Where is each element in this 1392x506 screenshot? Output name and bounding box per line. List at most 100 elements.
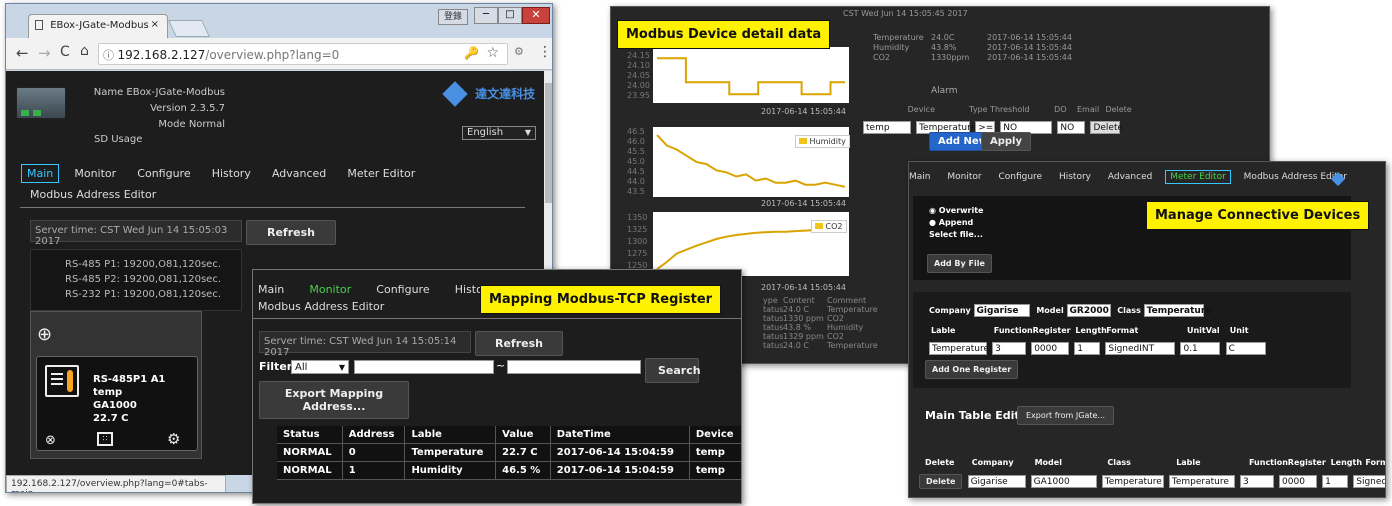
reading-row: CO2 1330ppm 2017-06-14 15:05:44 — [873, 53, 1072, 63]
reg-lable-input[interactable]: Temperature — [929, 342, 989, 355]
gear-icon[interactable]: ⚙ — [167, 430, 180, 448]
home-icon[interactable]: ⌂ — [80, 43, 89, 59]
toolbar: ← → C ⌂ ⓘ 192.168.2.127/overview.php?lan… — [6, 38, 552, 70]
tab-modbus-address-editor[interactable]: Modbus Address Editor — [30, 188, 156, 201]
mapping-subtab[interactable]: Modbus Address Editor — [258, 300, 384, 313]
append-option[interactable]: ● Append — [929, 218, 973, 227]
close-window-button[interactable]: ✕ — [522, 7, 550, 24]
main-length-input[interactable]: 1 — [1322, 475, 1349, 488]
meter-tab-history[interactable]: History — [1059, 172, 1091, 182]
tab-configure[interactable]: Configure — [137, 167, 190, 180]
reg-format-select[interactable]: SignedINT — [1105, 342, 1176, 355]
device-card[interactable]: RS-485P1 A1 temp GA1000 22.7 C ⊗ ∷ ⚙ — [36, 356, 198, 451]
filter-select[interactable]: All ▼ — [291, 360, 349, 374]
tab-history[interactable]: History — [212, 167, 251, 180]
star-icon[interactable]: ☆ — [486, 45, 499, 61]
reg-unitval-input[interactable]: 0.1 — [1180, 342, 1221, 355]
delete-device-icon[interactable]: ⊗ — [45, 433, 56, 448]
reg-function-select[interactable]: 3 — [992, 342, 1027, 355]
main-lable-input[interactable]: Temperature — [1168, 475, 1235, 488]
main-company-input[interactable]: Gigarise — [967, 475, 1026, 488]
main-col: Register — [1287, 458, 1326, 467]
extension-icon[interactable]: ⚙ — [514, 45, 524, 58]
meter-tab-configure[interactable]: Configure — [998, 172, 1042, 182]
language-select[interactable]: English ▼ — [462, 126, 536, 140]
new-tab-button[interactable] — [168, 20, 210, 37]
main-register-input[interactable]: 0000 — [1279, 475, 1318, 488]
reg-row: Temperature 3 0000 1 SignedINT 0.1 C — [929, 338, 1266, 357]
mapping-tab-monitor[interactable]: Monitor — [309, 283, 351, 296]
filter-from-input[interactable] — [354, 360, 494, 374]
add-device-icon[interactable]: ⊕ — [37, 324, 52, 345]
chart3-tick: 1300 — [627, 237, 648, 246]
tab-main[interactable]: Main — [21, 164, 60, 183]
reg-col: Register — [1032, 326, 1071, 335]
apply-button[interactable]: Apply — [981, 132, 1032, 151]
filter-to-input[interactable] — [507, 360, 641, 374]
filter-tilde: ~ — [496, 359, 506, 372]
reg-col: Function — [993, 326, 1033, 335]
class-select[interactable]: Temperature — [1143, 304, 1211, 317]
model-input[interactable]: GR2000 — [1066, 304, 1111, 317]
reload-icon[interactable]: C — [60, 44, 70, 60]
mapping-refresh-button[interactable]: Refresh — [475, 331, 563, 356]
main-delete-button[interactable]: Delete — [919, 474, 963, 489]
grid-icon[interactable]: ∷ — [97, 432, 113, 446]
alarm-device-input[interactable]: temp — [863, 121, 911, 134]
log-col: Content — [783, 296, 815, 305]
main-format-select[interactable]: SignedFlo — [1353, 475, 1385, 488]
alarm-delete-button[interactable]: Delete — [1090, 121, 1123, 134]
reading-time: 2017-06-14 15:05:44 — [987, 53, 1072, 62]
company-label: Company — [929, 306, 971, 315]
chart3-legend: CO2 — [811, 220, 847, 233]
mapping-tab-main[interactable]: Main — [258, 283, 284, 296]
table-row[interactable]: NORMAL 0 Temperature 22.7 C 2017-06-14 1… — [277, 443, 741, 462]
address-bar[interactable]: ⓘ 192.168.2.127/overview.php?lang=0 🔑 ☆ — [98, 43, 508, 65]
add-one-register-button[interactable]: Add One Register — [925, 360, 1019, 379]
overwrite-option[interactable]: ◉ Overwrite — [929, 206, 983, 215]
main-model-input[interactable]: GA1000 — [1030, 475, 1097, 488]
meter-tab-meter-editor[interactable]: Meter Editor — [1165, 170, 1231, 184]
chart3-series-line — [656, 226, 846, 271]
filter-chevron-icon: ▼ — [338, 363, 345, 372]
main-function-select[interactable]: 3 — [1239, 475, 1274, 488]
main-class-select[interactable]: Temperature — [1101, 475, 1164, 488]
reg-unit-input[interactable]: C — [1225, 342, 1266, 355]
minimize-button[interactable]: ─ — [474, 7, 498, 24]
forward-icon[interactable]: → — [38, 44, 51, 62]
log-table: ype Content Comment tatus24.0 C Temperature… — [763, 296, 878, 350]
select-file-link[interactable]: Select file... — [929, 230, 983, 239]
export-jgate-button[interactable]: Export from JGate... — [1017, 406, 1115, 425]
back-icon[interactable]: ← — [16, 44, 29, 62]
tab-advanced[interactable]: Advanced — [272, 167, 326, 180]
sd-usage: SD Usage — [94, 134, 143, 145]
chart2-tick: 43.5 — [627, 187, 645, 196]
meter-tab-main[interactable]: Main — [909, 172, 931, 182]
tab-monitor[interactable]: Monitor — [74, 167, 116, 180]
company-input[interactable]: Gigarise — [973, 304, 1030, 317]
reading-name: Humidity — [873, 43, 910, 52]
close-tab-icon[interactable]: × — [151, 19, 159, 30]
key-icon[interactable]: 🔑 — [464, 46, 479, 60]
tab-meter-editor[interactable]: Meter Editor — [347, 167, 415, 180]
mapping-tab-configure[interactable]: Configure — [376, 283, 429, 296]
device-model: GA1000 — [93, 400, 137, 411]
reg-length-input[interactable]: 1 — [1074, 342, 1101, 355]
search-button[interactable]: Search — [645, 358, 701, 383]
chart1-tick: 24.10 — [627, 61, 650, 70]
win-extra-button[interactable]: 登錄 — [438, 9, 468, 25]
maximize-button[interactable]: □ — [498, 7, 522, 24]
reg-register-input[interactable]: 0000 — [1031, 342, 1070, 355]
browser-tab[interactable]: EBox-JGate-Modbus × — [28, 14, 168, 38]
info-icon[interactable]: ⓘ — [103, 49, 118, 62]
meter-tab-monitor[interactable]: Monitor — [947, 172, 981, 182]
meter-tab-advanced[interactable]: Advanced — [1108, 172, 1152, 182]
export-mapping-button[interactable]: Export Mapping Address... — [259, 381, 409, 419]
refresh-button[interactable]: Refresh — [246, 220, 336, 245]
table-row[interactable]: NORMAL 1 Humidity 46.5 % 2017-06-14 15:0… — [277, 461, 741, 480]
port-rs485-p2: RS-485 P2: 19200,O81,120sec. — [65, 274, 222, 285]
cell-address: 0 — [342, 443, 406, 462]
alarm-email-input[interactable]: NO — [1057, 121, 1086, 134]
menu-icon[interactable]: ⋮ — [538, 44, 552, 60]
add-by-file-button[interactable]: Add By File — [927, 254, 992, 273]
